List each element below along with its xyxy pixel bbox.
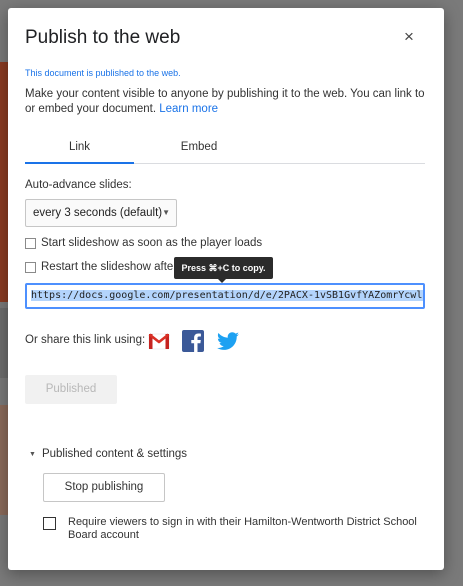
expand-triangle-icon: ▼ [29,450,36,458]
description-text: Make your content visible to anyone by p… [25,88,425,115]
tab-link[interactable]: Link [25,141,134,164]
gmail-icon[interactable] [147,329,171,353]
restart-slideshow-label: Restart the slideshow after [41,261,178,273]
published-settings-toggle[interactable]: ▼ Published content & settings [29,448,187,460]
facebook-icon[interactable] [181,329,205,353]
background-slide-thumb [0,62,8,302]
publish-url-text: https://docs.google.com/presentation/d/e… [31,290,423,301]
dialog-title: Publish to the web [25,27,181,48]
start-slideshow-option[interactable]: Start slideshow as soon as the player lo… [25,237,262,249]
learn-more-link[interactable]: Learn more [159,103,218,115]
start-slideshow-label: Start slideshow as soon as the player lo… [41,237,263,249]
background-slide-thumb [0,308,8,378]
publish-dialog: Publish to the web × This document is pu… [8,8,444,570]
restart-slideshow-option[interactable]: Restart the slideshow after [25,261,177,273]
stop-publishing-button[interactable]: Stop publishing [43,473,165,502]
copy-hint-tooltip: Press ⌘+C to copy. [174,257,273,283]
twitter-icon[interactable] [216,329,240,353]
auto-advance-select[interactable]: every 3 seconds (default) ▼ [25,199,177,227]
require-signin-label: Require viewers to sign in with their Ha… [68,516,417,541]
start-slideshow-checkbox[interactable] [25,237,36,249]
published-settings-label: Published content & settings [41,448,188,460]
publish-description: Make your content visible to anyone by p… [25,87,425,117]
require-signin-checkbox[interactable] [43,517,56,530]
background-slide-thumb [0,405,8,515]
auto-advance-selected-value: every 3 seconds (default) [33,207,163,219]
share-label: Or share this link using: [25,334,146,346]
publish-tabs: Link Embed [25,141,425,164]
auto-advance-label: Auto-advance slides: [25,179,132,191]
close-icon[interactable]: × [404,27,414,47]
tab-embed[interactable]: Embed [134,141,264,162]
published-button: Published [25,375,117,404]
dropdown-caret-icon: ▼ [162,208,170,217]
restart-slideshow-checkbox[interactable] [25,261,36,273]
publish-url-field[interactable]: https://docs.google.com/presentation/d/e… [25,283,425,309]
published-status-note: This document is published to the web. [25,68,181,78]
